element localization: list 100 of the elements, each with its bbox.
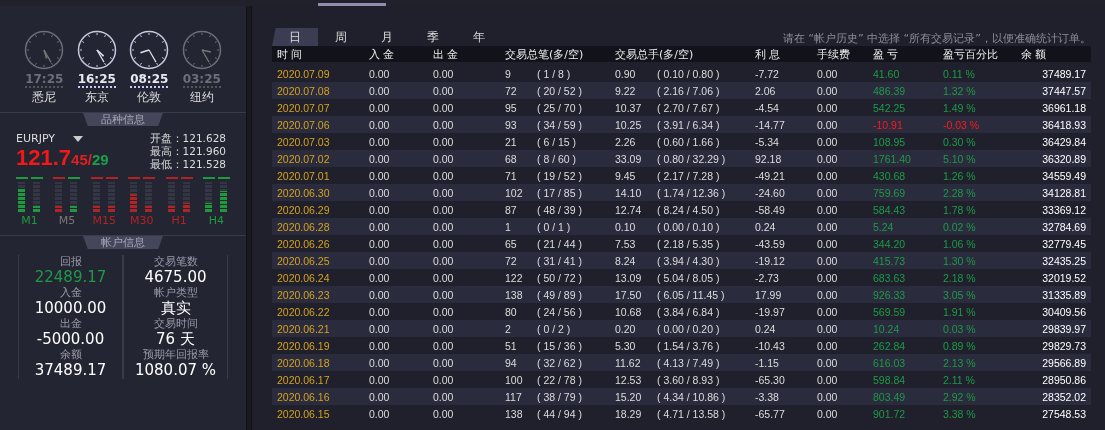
table-cell-text: 10.37 (615, 101, 643, 114)
column-header: 盈 亏 (873, 46, 900, 62)
table-cell-text: 36418.93 (1041, 118, 1086, 131)
table-cell: ( 5.04 / 8.05 ) (657, 271, 720, 284)
symbol-dropdown[interactable]: EURJPY (16, 132, 83, 145)
table-cell-text: 0.00 (817, 237, 839, 250)
table-cell: ( 4.71 / 13.58 ) (657, 407, 726, 420)
table-cell-text: 72 (505, 254, 518, 267)
table-cell-text: 0.00 (817, 322, 839, 335)
table-cell-text: 18.29 (615, 407, 643, 420)
account-value: 76 天 (156, 330, 195, 348)
table-cell-text: 2020.06.29 (277, 203, 331, 216)
table-cell-text: 0.00 (433, 288, 455, 301)
table-cell-text: 36320.89 (1041, 152, 1086, 165)
table-cell: ( 4.13 / 7.49 ) (657, 356, 720, 369)
table-cell-text: 32019.52 (1041, 271, 1086, 284)
table-cell-text: 569.59 (873, 305, 907, 318)
table-cell-text: 21 (505, 135, 518, 148)
table-cell-text: 0.00 (433, 373, 455, 386)
table-cell-text: 0.00 (817, 254, 839, 267)
table-cell-text: 32784.69 (1041, 220, 1086, 233)
table-cell-text: 0.00 (433, 101, 455, 114)
table-cell-text: 37447.57 (1041, 84, 1086, 97)
period-tab[interactable]: 日 (272, 28, 318, 46)
table-cell-text: 0.00 (817, 390, 839, 403)
table-cell: ( 19 / 52 ) (537, 169, 582, 182)
table-cell-text: 0.24 (755, 220, 777, 233)
table-cell-text: 0.00 (369, 203, 391, 216)
table-cell-text: 0.00 (433, 186, 455, 199)
table-cell: ( 1.74 / 12.36 ) (657, 186, 726, 199)
table-cell: ( 21 / 44 ) (537, 237, 582, 250)
table-cell-text: 0.00 (369, 67, 391, 80)
table-cell-text: 2020.07.07 (277, 101, 331, 114)
table-cell-text: 17.99 (755, 288, 783, 301)
account-value: 22489.17 (34, 268, 107, 286)
table-cell-text: 95 (505, 101, 518, 114)
table-cell-text: 71 (505, 169, 518, 182)
table-cell-text: 0.00 (817, 186, 839, 199)
table-cell-text: 2.26 (615, 135, 637, 148)
table-cell-text: -10.91 (873, 118, 904, 131)
table-cell-text: 2020.06.18 (277, 356, 331, 369)
table-cell: ( 15 / 36 ) (537, 339, 582, 352)
table-cell-text: -0.03 % (943, 118, 981, 131)
section-title: 品种信息 (83, 113, 163, 126)
period-tab[interactable]: 季 (410, 28, 456, 46)
table-cell-text: -3.38 (755, 390, 780, 403)
table-cell-text: 0.10 (615, 220, 637, 233)
table-cell: ( 4.34 / 10.86 ) (657, 390, 726, 403)
table-cell: ( 0 / 2 ) (537, 322, 571, 335)
table-cell-text: -5.34 (755, 135, 780, 148)
table-cell-text: 0.00 (369, 305, 391, 318)
table-cell-text: 37489.17 (1041, 67, 1086, 80)
table-cell-text: 0.00 (817, 288, 839, 301)
table-cell-text: 0.00 (433, 254, 455, 267)
column-header: 入 金 (369, 46, 396, 62)
table-cell-text: 926.33 (873, 288, 907, 301)
table-cell-text: 3.38 % (943, 407, 977, 420)
table-cell-text: 0.00 (369, 237, 391, 250)
table-cell-text: 29566.89 (1041, 356, 1086, 369)
signal-meter (219, 182, 227, 212)
table-cell-text: 51 (505, 339, 518, 352)
column-header: 盈亏百分比 (943, 46, 999, 62)
price-stat: 开盘：121.628 (149, 132, 226, 145)
column-header: 时 间 (277, 46, 304, 62)
table-cell-text: 8.24 (615, 254, 637, 267)
table-cell-text: 0.00 (369, 220, 391, 233)
table-cell-text: 94 (505, 356, 518, 369)
table-cell-text: 2020.07.06 (277, 118, 331, 131)
table-cell-text: 0.00 (433, 356, 455, 369)
clock-time: 16:25 (77, 72, 116, 88)
table-cell-text: 36429.84 (1041, 135, 1086, 148)
account-label: 帐户类型 (153, 286, 198, 299)
table-cell: ( 2.17 / 7.28 ) (657, 169, 720, 182)
table-cell-text: 0.20 (615, 322, 637, 335)
column-header: 交易总手(多/空) (615, 46, 695, 62)
table-cell: ( 0.60 / 1.66 ) (657, 135, 720, 148)
signal-meter (55, 182, 63, 212)
table-cell-text: 41.60 (873, 67, 901, 80)
table-cell-text: 2.11 % (943, 373, 976, 386)
table-cell-text: 2020.07.03 (277, 135, 331, 148)
table-cell-text: 0.24 (755, 322, 777, 335)
clock-time: 03:25 (182, 72, 221, 88)
ask-pips: 29 (91, 151, 109, 168)
table-cell-text: 0.00 (369, 373, 391, 386)
table-cell-text: 486.39 (873, 84, 907, 97)
table-cell-text: 0.00 (817, 220, 839, 233)
table-cell-text: 117 (505, 390, 523, 403)
table-cell-text: 1.91 % (943, 305, 977, 318)
hint-text: 请在 “帐户历史” 中选择 “所有交易记录”，以便准确统计订单。 (782, 31, 1091, 46)
table-cell-text: 12.74 (615, 203, 643, 216)
period-tab[interactable]: 月 (364, 28, 410, 46)
clock-time: 17:25 (25, 72, 64, 88)
period-tab[interactable]: 周 (318, 28, 364, 46)
period-tab[interactable]: 年 (456, 28, 502, 46)
table-cell-text: 102 (505, 186, 524, 199)
table-cell-text: -65.30 (755, 373, 786, 386)
table-cell-text: -7.72 (755, 67, 780, 80)
table-cell: ( 31 / 41 ) (537, 254, 582, 267)
table-cell-text: 0.00 (369, 254, 391, 267)
table-cell-text: 0.00 (433, 169, 455, 182)
